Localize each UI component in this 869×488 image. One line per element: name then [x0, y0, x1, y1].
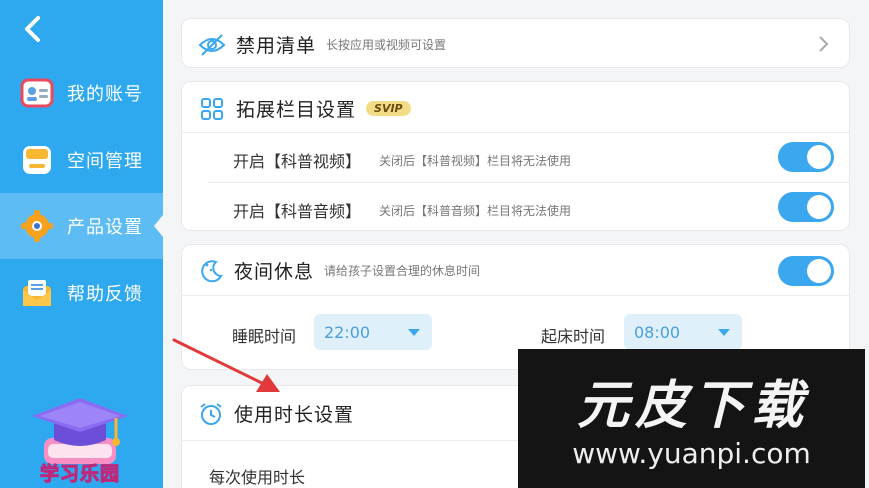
card-title: 拓展栏目设置: [236, 99, 357, 121]
storage-icon: [20, 143, 54, 177]
row-label: 开启【科普视频】: [233, 152, 362, 171]
watermark-url: www.yuanpi.com: [572, 437, 811, 470]
divider: [182, 295, 849, 296]
chevron-right-icon[interactable]: [817, 35, 829, 53]
sidebar-item-product-settings[interactable]: 产品设置: [0, 193, 163, 259]
card-subtitle: 请给孩子设置合理的休息时间: [324, 264, 481, 278]
wake-time-select[interactable]: 08:00: [624, 314, 742, 350]
watermark: 元皮下载 www.yuanpi.com: [518, 349, 865, 488]
mail-icon: [20, 276, 54, 310]
card-subtitle: 长按应用或视频可设置: [326, 38, 447, 52]
sidebar: 我的账号 空间管理 产品设置 帮助反馈 学习乐园: [0, 0, 163, 488]
learning-park-promo[interactable]: 学习乐园: [24, 392, 136, 488]
chevron-down-icon: [718, 329, 730, 336]
annotation-arrow-icon: [172, 338, 280, 392]
blocklist-header: 禁用清单 长按应用或视频可设置: [198, 31, 446, 58]
eye-off-icon: [198, 33, 226, 56]
back-icon[interactable]: [20, 14, 48, 44]
sleep-time-select[interactable]: 22:00: [314, 314, 432, 350]
sidebar-item-storage[interactable]: 空间管理: [0, 127, 163, 193]
divider: [208, 182, 849, 183]
sidebar-item-label: 我的账号: [67, 84, 143, 105]
row-hint: 关闭后【科普视频】栏目将无法使用: [379, 153, 572, 168]
moon-icon: [201, 259, 223, 282]
select-value: 08:00: [634, 322, 681, 342]
chevron-down-icon: [408, 329, 420, 336]
wake-time-label: 起床时间: [541, 327, 606, 346]
promo-label: 学习乐园: [39, 463, 120, 486]
svip-badge: SVIP: [366, 101, 411, 116]
select-value: 22:00: [324, 322, 371, 342]
night-rest-header: 夜间休息 请给孩子设置合理的休息时间: [200, 257, 480, 284]
row-hint: 关闭后【科普音频】栏目将无法使用: [379, 203, 572, 218]
divider: [182, 132, 849, 133]
usage-header: 使用时长设置: [198, 400, 354, 427]
extension-card: 拓展栏目设置 SVIP 开启【科普视频】 关闭后【科普视频】栏目将无法使用 开启…: [181, 81, 850, 231]
alarm-clock-icon: [200, 402, 222, 425]
watermark-brand: 元皮下载: [576, 376, 809, 436]
blocklist-card[interactable]: 禁用清单 长按应用或视频可设置: [181, 18, 850, 68]
sidebar-item-label: 空间管理: [67, 151, 143, 172]
card-title: 夜间休息: [234, 261, 315, 283]
grid-icon: [201, 97, 223, 120]
per-use-duration-label: 每次使用时长: [209, 468, 306, 487]
sidebar-item-label: 帮助反馈: [67, 284, 143, 305]
sidebar-item-account[interactable]: 我的账号: [0, 60, 163, 126]
science-video-row: 开启【科普视频】 关闭后【科普视频】栏目将无法使用: [233, 148, 571, 172]
science-audio-row: 开启【科普音频】 关闭后【科普音频】栏目将无法使用: [233, 198, 571, 222]
graduation-cap-icon: [32, 398, 128, 464]
sidebar-item-help[interactable]: 帮助反馈: [0, 260, 163, 326]
science-video-toggle[interactable]: [778, 142, 834, 172]
sidebar-item-label: 产品设置: [67, 217, 143, 238]
science-audio-toggle[interactable]: [778, 192, 834, 222]
row-label: 开启【科普音频】: [233, 202, 362, 221]
extension-header: 拓展栏目设置 SVIP: [200, 95, 411, 122]
gear-icon: [20, 209, 54, 243]
night-rest-toggle[interactable]: [778, 256, 834, 286]
card-title: 使用时长设置: [234, 404, 355, 426]
account-card-icon: [20, 76, 54, 110]
card-title: 禁用清单: [236, 35, 317, 57]
